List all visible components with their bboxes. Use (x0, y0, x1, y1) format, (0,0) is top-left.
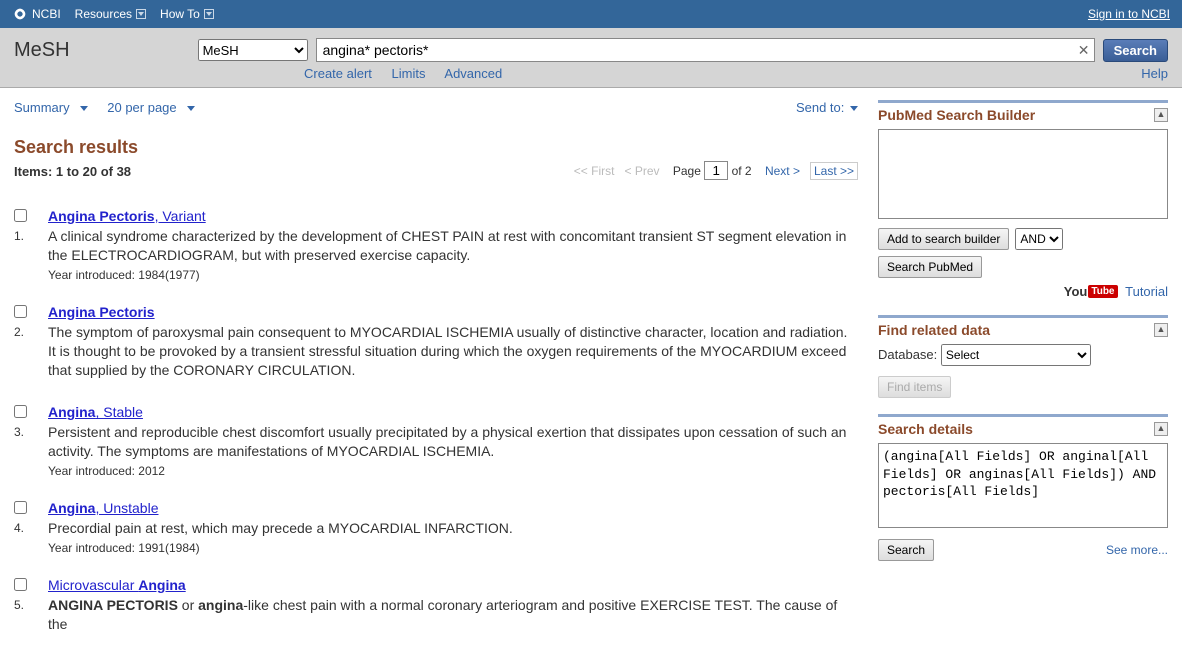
chevron-down-icon (136, 9, 146, 19)
result-item: 3. Angina, Stable Persistent and reproduci… (14, 404, 858, 478)
result-year: Year introduced: 1984(1977) (48, 268, 858, 282)
pager: << First < Prev Page of 2 Next > Last >> (14, 161, 858, 180)
page-label: Page (673, 164, 701, 178)
result-item: 1. Angina Pectoris, Variant A clinical syn… (14, 208, 858, 282)
sendto-dropdown[interactable]: Send to: (796, 100, 858, 115)
result-description: Persistent and reproducible chest discom… (48, 423, 858, 461)
pager-first: << First (574, 164, 615, 178)
limits-link[interactable]: Limits (392, 66, 426, 81)
result-checkbox[interactable] (14, 405, 27, 418)
search-details-textarea[interactable]: (angina[All Fields] OR anginal[All Field… (878, 443, 1168, 528)
add-to-builder-button[interactable]: Add to search builder (878, 228, 1009, 250)
database-label: Database: (878, 347, 937, 362)
panel-title: Search details (878, 421, 973, 437)
collapse-icon[interactable]: ▲ (1154, 323, 1168, 337)
result-title-link[interactable]: Angina, Unstable (48, 500, 159, 516)
panel-title: Find related data (878, 322, 990, 338)
result-description: The symptom of paroxysmal pain consequen… (48, 323, 858, 380)
result-item: 2. Angina Pectoris The symptom of paroxysm… (14, 304, 858, 383)
pager-last[interactable]: Last >> (810, 162, 858, 180)
panel-related-data: Find related data ▲ Database: Select Fin… (878, 315, 1168, 398)
result-number: 2. (14, 325, 28, 339)
ncbi-logo[interactable]: NCBI (12, 6, 61, 22)
database-select[interactable]: MeSH (198, 39, 308, 61)
related-db-select[interactable]: Select (941, 344, 1091, 366)
result-year: Year introduced: 2012 (48, 464, 858, 478)
chevron-down-icon (204, 9, 214, 19)
search-box: ✕ (316, 38, 1095, 62)
topbar: NCBI Resources How To Sign in to NCBI (0, 0, 1182, 28)
collapse-icon[interactable]: ▲ (1154, 422, 1168, 436)
result-checkbox[interactable] (14, 209, 27, 222)
page-of: of 2 (732, 164, 752, 178)
chevron-down-icon (850, 106, 858, 111)
signin-link[interactable]: Sign in to NCBI (1088, 7, 1170, 21)
clear-icon[interactable]: ✕ (1074, 42, 1094, 59)
tutorial-link[interactable]: Tutorial (1125, 284, 1168, 299)
create-alert-link[interactable]: Create alert (304, 66, 372, 81)
resources-menu[interactable]: Resources (75, 7, 146, 21)
result-description: A clinical syndrome characterized by the… (48, 227, 858, 265)
result-item: 4. Angina, Unstable Precordial pain at res… (14, 500, 858, 555)
help-link[interactable]: Help (1141, 66, 1168, 81)
chevron-down-icon (80, 106, 88, 111)
pager-next[interactable]: Next > (765, 164, 800, 178)
results-heading: Search results (14, 137, 858, 158)
youtube-icon: YouTube (1064, 284, 1118, 299)
search-pubmed-button[interactable]: Search PubMed (878, 256, 982, 278)
result-item: 5. Microvascular Angina ANGINA PECTORIS or… (14, 577, 858, 637)
collapse-icon[interactable]: ▲ (1154, 108, 1168, 122)
searchbar: MeSH MeSH ✕ Search Create alert Limits A… (0, 28, 1182, 88)
perpage-dropdown[interactable]: 20 per page (107, 100, 202, 115)
howto-menu[interactable]: How To (160, 7, 214, 21)
brand-title: MeSH (14, 39, 70, 62)
page-input[interactable] (704, 161, 728, 180)
ncbi-icon (12, 6, 28, 22)
search-button[interactable]: Search (1103, 39, 1168, 62)
operator-select[interactable]: AND (1015, 228, 1063, 250)
see-more-link[interactable]: See more... (1106, 543, 1168, 557)
chevron-down-icon (187, 106, 195, 111)
result-title-link[interactable]: Angina Pectoris, Variant (48, 208, 206, 224)
summary-dropdown[interactable]: Summary (14, 100, 96, 115)
result-description: ANGINA PECTORIS or angina-like chest pai… (48, 596, 858, 634)
result-year: Year introduced: 1991(1984) (48, 541, 858, 555)
results-list: 1. Angina Pectoris, Variant A clinical syn… (14, 208, 858, 637)
details-search-button[interactable]: Search (878, 539, 934, 561)
search-input[interactable] (317, 40, 1074, 60)
result-checkbox[interactable] (14, 578, 27, 591)
results-toolbar: Summary 20 per page Send to: (14, 100, 858, 115)
panel-title: PubMed Search Builder (878, 107, 1035, 123)
result-number: 3. (14, 425, 28, 439)
result-number: 1. (14, 229, 28, 243)
find-items-button[interactable]: Find items (878, 376, 951, 398)
panel-search-builder: PubMed Search Builder ▲ Add to search bu… (878, 100, 1168, 299)
result-checkbox[interactable] (14, 501, 27, 514)
result-number: 5. (14, 598, 28, 612)
builder-textarea[interactable] (878, 129, 1168, 219)
result-number: 4. (14, 521, 28, 535)
advanced-link[interactable]: Advanced (444, 66, 502, 81)
result-description: Precordial pain at rest, which may prece… (48, 519, 858, 538)
pager-prev: < Prev (625, 164, 660, 178)
result-title-link[interactable]: Angina Pectoris (48, 304, 155, 320)
result-title-link[interactable]: Angina, Stable (48, 404, 143, 420)
result-checkbox[interactable] (14, 305, 27, 318)
result-title-link[interactable]: Microvascular Angina (48, 577, 186, 593)
panel-search-details: Search details ▲ (angina[All Fields] OR … (878, 414, 1168, 561)
